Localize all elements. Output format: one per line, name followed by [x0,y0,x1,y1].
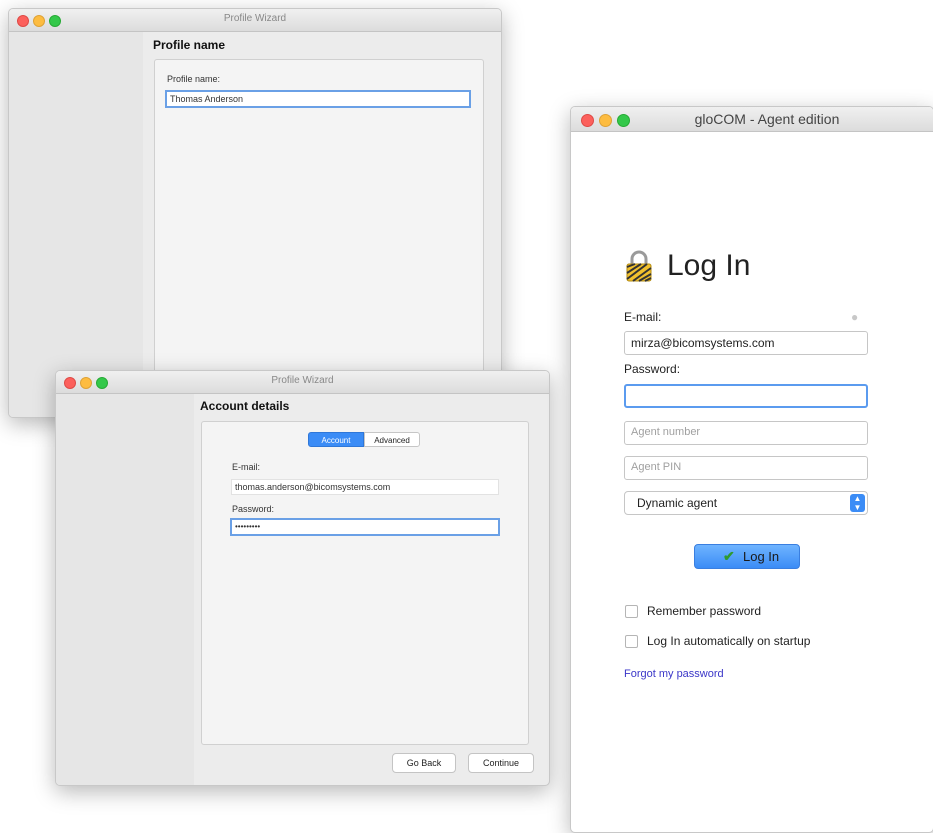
eye-icon: ● [851,310,859,324]
account-panel: Account Advanced E-mail: thomas.anderson… [201,421,529,745]
forgot-password-link[interactable]: Forgot my password [624,668,724,680]
email-label: E-mail: [232,462,261,472]
password-field[interactable] [624,384,868,408]
agent-pin-input[interactable]: Agent PIN [624,456,868,480]
auto-login-label: Log In automatically on startup [647,634,811,648]
login-heading: Log In [667,249,751,282]
password-field[interactable]: ••••••••• [230,518,500,536]
glocom-window: gloCOM - Agent edition Log In E-mail: ● … [570,106,933,833]
window-title: Profile Wizard [223,13,287,24]
wizard-sidebar [9,32,143,417]
tab-account[interactable]: Account [308,432,364,447]
password-label: Password: [232,504,275,514]
title-bar: Profile Wizard [56,371,549,394]
email-field[interactable]: thomas.anderson@bicomsystems.com [231,479,499,495]
page-title: Account details [200,399,290,413]
auto-login-checkbox[interactable] [625,635,638,648]
agent-number-input[interactable]: Agent number [624,421,868,445]
checkmark-icon: ✔ [723,548,735,564]
wizard-sidebar [56,394,194,785]
profile-name-input[interactable]: Thomas Anderson [165,90,471,108]
go-back-button[interactable]: Go Back [392,753,456,773]
profile-wizard-window-front: Profile Wizard Account details Account A… [55,370,550,786]
window-title: gloCOM - Agent edition [694,111,840,127]
email-label: E-mail: [624,310,662,324]
password-label: Password: [624,362,681,376]
title-bar: gloCOM - Agent edition [571,107,933,132]
title-bar: Profile Wizard [9,9,501,32]
tab-advanced[interactable]: Advanced [364,432,420,447]
agent-type-select[interactable]: Dynamic agent ▲ ▼ [624,491,868,515]
email-field[interactable]: mirza@bicomsystems.com [624,331,868,355]
profile-panel: Profile name: Thomas Anderson [154,59,484,411]
login-button[interactable]: ✔ Log In [694,544,800,569]
agent-type-value: Dynamic agent [637,496,718,510]
page-title: Profile name [153,38,226,52]
remember-password-checkbox[interactable] [625,605,638,618]
profile-name-label: Profile name: [167,74,221,84]
window-title: Profile Wizard [271,375,334,386]
profile-wizard-window-back: Profile Wizard Profile name Profile name… [8,8,502,418]
lock-icon [625,250,653,282]
login-button-label: Log In [743,549,780,564]
continue-button[interactable]: Continue [468,753,534,773]
close-button[interactable] [581,114,594,127]
select-stepper-icon: ▲ ▼ [850,494,865,512]
remember-password-label: Remember password [647,604,762,618]
